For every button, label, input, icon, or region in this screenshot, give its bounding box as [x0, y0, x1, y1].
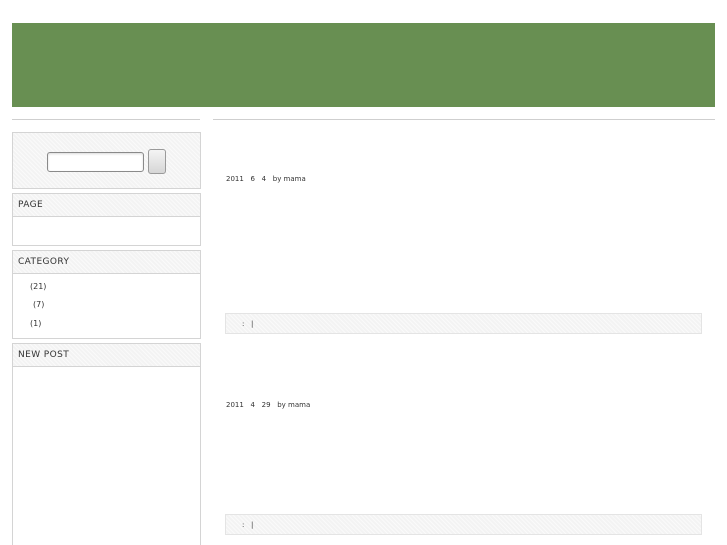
- post-meta: 2011 6 4 by mama: [226, 175, 306, 183]
- content-top-divider: [213, 119, 715, 120]
- sidebar-top-divider: [12, 119, 200, 120]
- category-item[interactable]: (7): [33, 300, 44, 309]
- category-widget-title: CATEGORY: [13, 251, 200, 274]
- post-footer-text[interactable]: : |: [242, 515, 253, 536]
- post-meta: 2011 4 29 by mama: [226, 401, 311, 409]
- category-item[interactable]: (1): [30, 319, 41, 328]
- post-footer-bar: : |: [225, 514, 702, 535]
- category-item[interactable]: (21): [30, 282, 46, 291]
- post-footer-text[interactable]: : |: [242, 314, 253, 335]
- page-widget-title: PAGE: [13, 194, 200, 217]
- page-widget: PAGE: [12, 193, 201, 246]
- post-footer-bar: : |: [225, 313, 702, 334]
- category-widget: CATEGORY (21) (7) (1): [12, 250, 201, 339]
- new-post-widget-title: NEW POST: [13, 344, 200, 367]
- new-post-widget: NEW POST: [12, 343, 201, 545]
- search-widget: [12, 132, 201, 189]
- header-banner: [12, 23, 715, 107]
- search-button[interactable]: [148, 149, 166, 174]
- search-input[interactable]: [47, 152, 144, 172]
- page: PAGE CATEGORY (21) (7) (1) NEW POST 2011…: [0, 0, 727, 545]
